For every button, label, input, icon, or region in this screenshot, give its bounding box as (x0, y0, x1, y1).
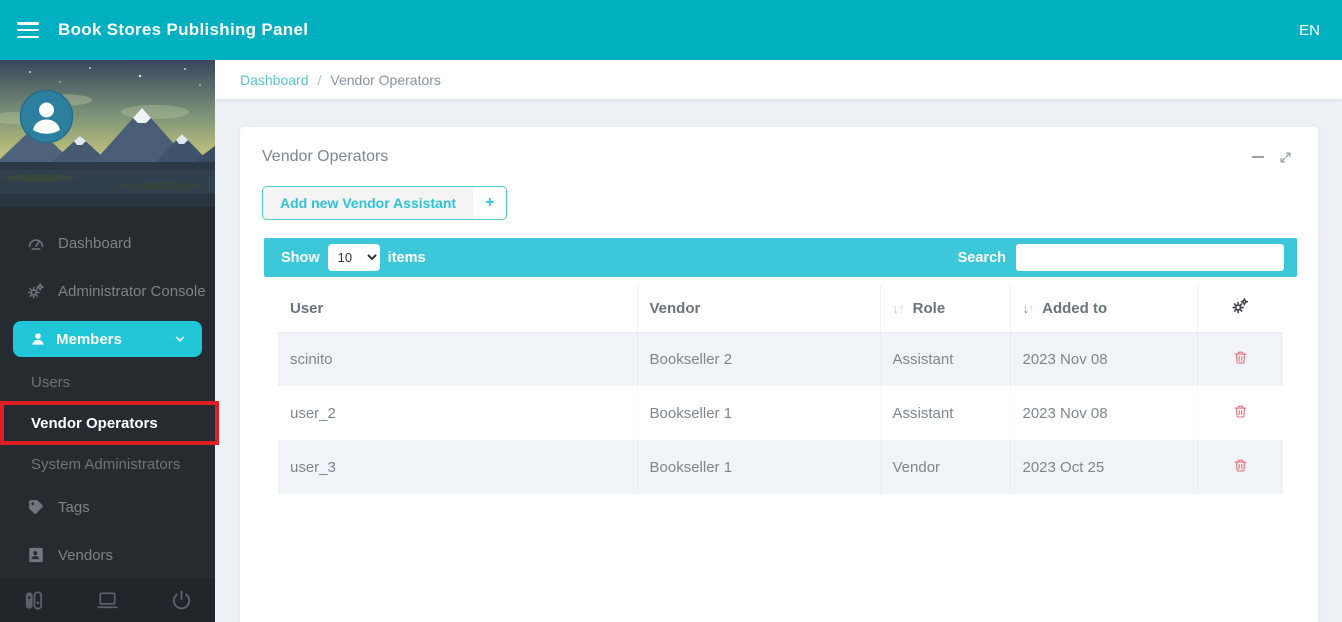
cell-added: 2023 Nov 08 (1010, 386, 1197, 440)
add-vendor-assistant-button[interactable]: Add new Vendor Assistant + (262, 186, 507, 220)
page-title: Vendor Operators (262, 148, 388, 166)
vendor-operators-table: User Vendor ↓↑ Role ↓↑ Added to (278, 285, 1283, 494)
vendor-operators-card: Vendor Operators Add new Vendor Assistan… (240, 127, 1318, 622)
sidebar-item-label: Tags (58, 499, 90, 516)
power-icon[interactable] (170, 589, 193, 612)
laptop-icon[interactable] (96, 589, 119, 612)
chevron-down-icon (173, 332, 187, 346)
breadcrumb: Dashboard / Vendor Operators (215, 60, 1342, 99)
sort-icons: ↓↑ (1023, 301, 1034, 316)
sidebar-item-administrator-console[interactable]: Administrator Console (0, 267, 215, 315)
speedometer-icon (27, 234, 45, 252)
cell-actions (1197, 440, 1283, 494)
sidebar-footer (0, 578, 215, 622)
app-title: Book Stores Publishing Panel (58, 20, 308, 40)
search-input[interactable] (1016, 244, 1284, 271)
cell-added: 2023 Nov 08 (1010, 332, 1197, 386)
person-icon (30, 331, 46, 347)
breadcrumb-current: Vendor Operators (330, 72, 441, 88)
table-wrapper: User Vendor ↓↑ Role ↓↑ Added to (278, 285, 1283, 494)
sidebar-item-label: Users (31, 374, 70, 391)
cell-vendor: Bookseller 2 (637, 332, 880, 386)
sort-icons: ↓↑ (893, 301, 904, 316)
sidebar-item-members-wrap: Members (0, 315, 215, 363)
cell-user: user_3 (278, 440, 637, 494)
table-row: user_3 Bookseller 1 Vendor 2023 Oct 25 (278, 440, 1283, 494)
cell-role: Assistant (880, 332, 1010, 386)
cell-actions (1197, 332, 1283, 386)
gears-icon[interactable] (1231, 297, 1249, 315)
breadcrumb-link-dashboard[interactable]: Dashboard (240, 72, 309, 88)
sidebar-item-label: Members (56, 331, 122, 348)
tag-icon (27, 498, 45, 516)
id-card-icon (27, 546, 45, 564)
sidebar: Dashboard Administrator Console M (0, 60, 215, 622)
sidebar-item-system-administrators[interactable]: System Administrators (0, 445, 215, 483)
cell-added: 2023 Oct 25 (1010, 440, 1197, 494)
table-row: scinito Bookseller 2 Assistant 2023 Nov … (278, 332, 1283, 386)
table-toolbar: Show 10 items Search (264, 238, 1297, 277)
cell-actions (1197, 386, 1283, 440)
column-header-vendor: Vendor (637, 285, 880, 332)
table-header-row: User Vendor ↓↑ Role ↓↑ Added to (278, 285, 1283, 332)
gears-icon (27, 282, 45, 300)
cell-role: Vendor (880, 440, 1010, 494)
sidebar-item-vendors[interactable]: Vendors (0, 531, 215, 579)
breadcrumb-separator: / (318, 72, 322, 88)
column-header-added-to[interactable]: ↓↑ Added to (1010, 285, 1197, 332)
trash-icon (1233, 403, 1248, 420)
delete-button[interactable] (1233, 457, 1248, 477)
page-size-select[interactable]: 10 (328, 244, 380, 271)
sidebar-item-dashboard[interactable]: Dashboard (0, 219, 215, 267)
column-header-settings (1197, 285, 1283, 332)
user-avatar[interactable] (19, 89, 74, 144)
items-label: items (388, 250, 426, 266)
trash-icon (1233, 457, 1248, 474)
show-label: Show (281, 250, 320, 266)
profile-banner (0, 60, 215, 207)
card-tools (1252, 151, 1292, 164)
cell-vendor: Bookseller 1 (637, 440, 880, 494)
add-button-label: Add new Vendor Assistant (263, 187, 473, 219)
sidebar-item-tags[interactable]: Tags (0, 483, 215, 531)
cell-user: scinito (278, 332, 637, 386)
content-area: Vendor Operators Add new Vendor Assistan… (215, 99, 1342, 622)
delete-button[interactable] (1233, 403, 1248, 423)
hamburger-menu-icon[interactable] (17, 22, 39, 38)
cell-vendor: Bookseller 1 (637, 386, 880, 440)
minimize-icon[interactable] (1252, 156, 1264, 158)
sidebar-item-label: Vendor Operators (31, 415, 158, 432)
card-header: Vendor Operators (240, 127, 1318, 172)
sidebar-item-label: System Administrators (31, 456, 180, 473)
sidebar-item-label: Dashboard (58, 235, 131, 252)
cell-user: user_2 (278, 386, 637, 440)
sidebar-item-members[interactable]: Members (13, 321, 202, 357)
plus-icon: + (473, 187, 506, 219)
cell-role: Assistant (880, 386, 1010, 440)
column-header-role[interactable]: ↓↑ Role (880, 285, 1010, 332)
sidebar-nav: Dashboard Administrator Console M (0, 207, 215, 579)
column-header-user: User (278, 285, 637, 332)
sidebar-item-vendor-operators[interactable]: Vendor Operators (0, 401, 219, 445)
table-row: user_2 Bookseller 1 Assistant 2023 Nov 0… (278, 386, 1283, 440)
delete-button[interactable] (1233, 349, 1248, 369)
switch-controller-icon[interactable] (22, 589, 45, 612)
language-switcher[interactable]: EN (1299, 22, 1320, 39)
sidebar-item-label: Administrator Console (58, 283, 206, 300)
sidebar-item-users[interactable]: Users (0, 363, 215, 401)
sidebar-item-label: Vendors (58, 547, 113, 564)
trash-icon (1233, 349, 1248, 366)
expand-icon[interactable] (1279, 151, 1292, 164)
top-header: Book Stores Publishing Panel EN (0, 0, 1342, 60)
app-root: Book Stores Publishing Panel EN (0, 0, 1342, 622)
main-area: Dashboard / Vendor Operators Vendor Oper… (215, 60, 1342, 622)
search-label: Search (958, 250, 1006, 266)
